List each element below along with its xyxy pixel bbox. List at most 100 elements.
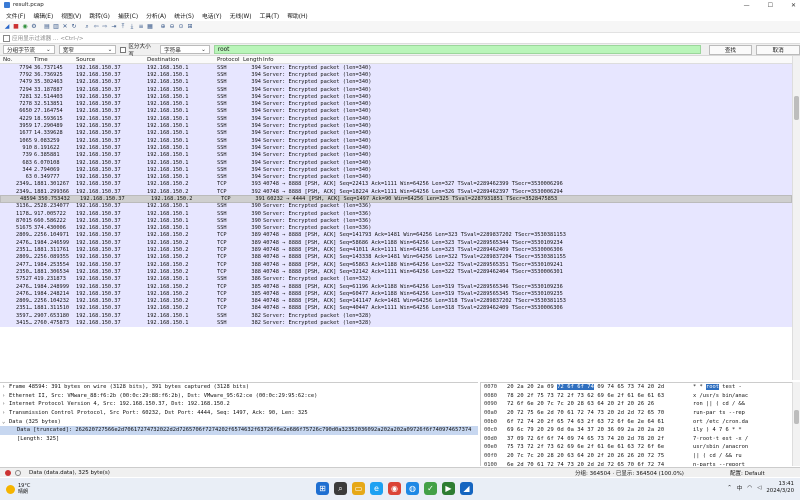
packet-row[interactable]: 6650 27.164754 192.168.150.37 192.168.150.1… [0,107,792,116]
save-file-icon[interactable]: ▥ [52,23,60,31]
scroll-thumb[interactable] [794,410,799,424]
packet-row[interactable]: 7278 32.513851 192.168.150.37 192.168.150.1… [0,100,792,108]
zoom-out-icon[interactable]: ⊖ [168,23,176,31]
chevron-up-icon[interactable]: ⌃ [727,485,732,491]
expand-arrow-icon[interactable]: › [2,401,9,407]
packet-row-selected[interactable]: 48594 350.753432 192.168.150.37 192.168.150… [0,195,792,203]
expand-arrow-icon[interactable]: › [2,410,9,416]
hex-row[interactable]: 00f0 20 7c 7c 20 28 20 63 64 20 2f 20 26 … [481,452,792,461]
packet-row[interactable]: 2351… 1881.311510 192.168.150.37 192.168.15… [0,304,792,313]
capture-options-icon[interactable]: ⚙ [30,23,38,31]
packet-row[interactable]: 739 6.385881 192.168.150.37 192.168.150.1 SS… [0,151,792,159]
status-profile[interactable]: 配置: Default [730,469,800,477]
packet-row[interactable]: 7479 35.302463 192.168.150.37 192.168.150.1… [0,78,792,86]
menu-help[interactable]: 帮助(H) [283,11,311,20]
resize-columns-icon[interactable]: ⊞ [186,23,194,31]
go-last-icon[interactable]: ⤓ [128,23,136,31]
packet-row[interactable]: 63 0.349777 192.168.150.37 192.168.150.1 SSH… [0,173,792,181]
menu-edit[interactable]: 编辑(E) [29,11,57,20]
search-input[interactable]: root [213,45,701,54]
expert-info-icon[interactable] [5,469,11,476]
go-back-icon[interactable]: ⇦ [92,23,100,31]
file-explorer-icon[interactable]: ▭ [352,482,365,495]
menu-file[interactable]: 文件(F) [2,11,29,20]
packet-bytes[interactable]: 0070 20 2a 20 2a 09 72 6f 6f 74 09 74 65 … [480,382,792,466]
menu-capture[interactable]: 捕获(C) [114,11,142,20]
go-to-packet-icon[interactable]: ⇥ [110,23,118,31]
packet-row[interactable]: 4229 18.593615 192.168.150.37 192.168.150.1… [0,115,792,123]
column-header-no[interactable]: No. [0,57,34,63]
checkbox-box[interactable] [120,46,127,53]
display-filter-input[interactable]: 应用显示过滤器 … <Ctrl-/> [12,34,84,42]
packet-row[interactable]: 3136… 2528.234077 192.168.150.37 192.168.15… [0,202,792,210]
hex-row[interactable]: 00b0 6f 72 74 20 2f 65 74 63 2f 63 72 6f … [481,417,792,426]
expand-arrow-icon[interactable]: ⌄ [2,419,9,425]
hex-row[interactable]: 0100 6e 2d 70 61 72 74 73 20 2d 2d 72 65 … [481,460,792,466]
search-icon[interactable]: ⌕ [334,482,347,495]
expand-arrow-icon[interactable]: › [2,393,9,399]
cancel-button[interactable]: 取消 [756,44,800,55]
zoom-reset-icon[interactable]: ⊙ [177,23,185,31]
packet-row[interactable]: 3597… 2907.653180 192.168.150.37 192.168.15… [0,312,792,320]
menu-statistics[interactable]: 统计(S) [170,11,198,20]
packet-row[interactable]: 2476… 1984.246599 192.168.150.37 192.168.15… [0,239,792,247]
chrome-icon[interactable]: ◉ [388,482,401,495]
packet-row[interactable]: 2476… 1984.248999 192.168.150.37 192.168.15… [0,282,792,291]
maximize-button[interactable]: ☐ [768,2,773,9]
menu-tools[interactable]: 工具(T) [256,11,284,20]
packet-row[interactable]: 7794 36.737145 192.168.150.37 192.168.150.1… [0,64,792,72]
weather-widget[interactable]: 19°C 晴朗 [6,483,30,495]
search-type-select[interactable]: 字符串 ⌄ [160,45,210,54]
packet-row[interactable]: 3959 17.290489 192.168.150.37 192.168.150.1… [0,122,792,130]
menu-view[interactable]: 视图(V) [57,11,85,20]
packet-details[interactable]: › Frame 48594: 391 bytes on wire (3128 bi… [0,382,478,466]
clock[interactable]: 13:41 2024/3/20 [766,481,794,495]
scroll-thumb[interactable] [794,96,799,120]
terminal-icon[interactable]: ▶ [442,482,455,495]
go-first-icon[interactable]: ⤒ [119,23,127,31]
reload-file-icon[interactable]: ↻ [70,23,78,31]
stop-capture-icon[interactable]: ■ [12,23,20,31]
auto-scroll-icon[interactable]: ≡ [137,23,145,31]
column-header-protocol[interactable]: Protocol [217,57,243,63]
zoom-in-icon[interactable]: ⊕ [159,23,167,31]
column-header-length[interactable]: Length [243,57,263,63]
hex-row[interactable]: 00c0 69 6c 79 20 29 0d 0a 34 37 20 36 09 … [481,426,792,435]
menu-go[interactable]: 跳转(G) [85,11,114,20]
detail-tree-item[interactable]: › Ethernet II, Src: VMware_88:f6:2b (00:0… [0,392,478,401]
column-header-info[interactable]: Info [263,57,792,63]
packet-row[interactable]: 2349… 1881.299366 192.168.150.37 192.168.15… [0,188,792,196]
column-header-destination[interactable]: Destination [147,57,217,63]
restart-capture-icon[interactable]: ◉ [21,23,29,31]
column-header-time[interactable]: Time [34,57,76,63]
close-file-icon[interactable]: ✕ [61,23,69,31]
browser-icon[interactable]: ◍ [406,482,419,495]
packet-list[interactable]: No. Time Source Destination Protocol Len… [0,56,792,380]
packet-row[interactable]: 51675 374.430006 192.168.150.37 192.168.150… [0,224,792,232]
hex-row[interactable]: 0080 78 20 2f 75 73 72 2f 73 62 69 6e 2f … [481,392,792,401]
minimize-button[interactable]: — [744,2,750,9]
wireshark-taskbar-icon[interactable]: ◢ [460,482,473,495]
expand-arrow-icon[interactable]: › [2,384,9,390]
hex-row[interactable]: 0070 20 2a 20 2a 09 72 6f 6f 74 09 74 65 … [481,383,792,392]
find-packet-icon[interactable]: ⌕ [83,23,91,31]
wifi-icon[interactable]: ◠ [747,485,752,491]
detail-tree-item[interactable]: ⌄ Data (325 bytes) [0,417,478,426]
packet-row[interactable]: 2476… 1984.248214 192.168.150.37 192.168.15… [0,290,792,298]
bytes-scrollbar[interactable] [792,382,800,466]
bookmark-icon[interactable] [3,34,10,42]
volume-icon[interactable]: ◁ [757,485,761,491]
start-capture-icon[interactable]: ◢ [3,23,11,31]
detail-tree-item[interactable]: › Frame 48594: 391 bytes on wire (3128 bi… [0,383,478,392]
app-icon[interactable]: ✓ [424,482,437,495]
column-header-source[interactable]: Source [76,57,147,63]
detail-tree-item[interactable]: Data [truncated]: 262620727566e2d7061727… [0,425,478,435]
open-file-icon[interactable]: ▤ [43,23,51,31]
menu-telephony[interactable]: 电话(Y) [198,11,226,20]
hex-row[interactable]: 00e0 75 73 72 2f 73 62 69 6e 2f 61 6e 61 … [481,443,792,452]
find-button[interactable]: 查找 [708,44,753,55]
hex-row[interactable]: 0090 72 6f 6e 20 7c 7c 20 28 63 64 20 2f … [481,400,792,409]
packet-row[interactable]: 344 2.794069 192.168.150.37 192.168.150.1 SS… [0,166,792,174]
packet-row[interactable]: 683 6.070108 192.168.150.37 192.168.150.1 SS… [0,158,792,167]
search-scope-select[interactable]: 分组字节流 ⌄ [3,45,55,54]
